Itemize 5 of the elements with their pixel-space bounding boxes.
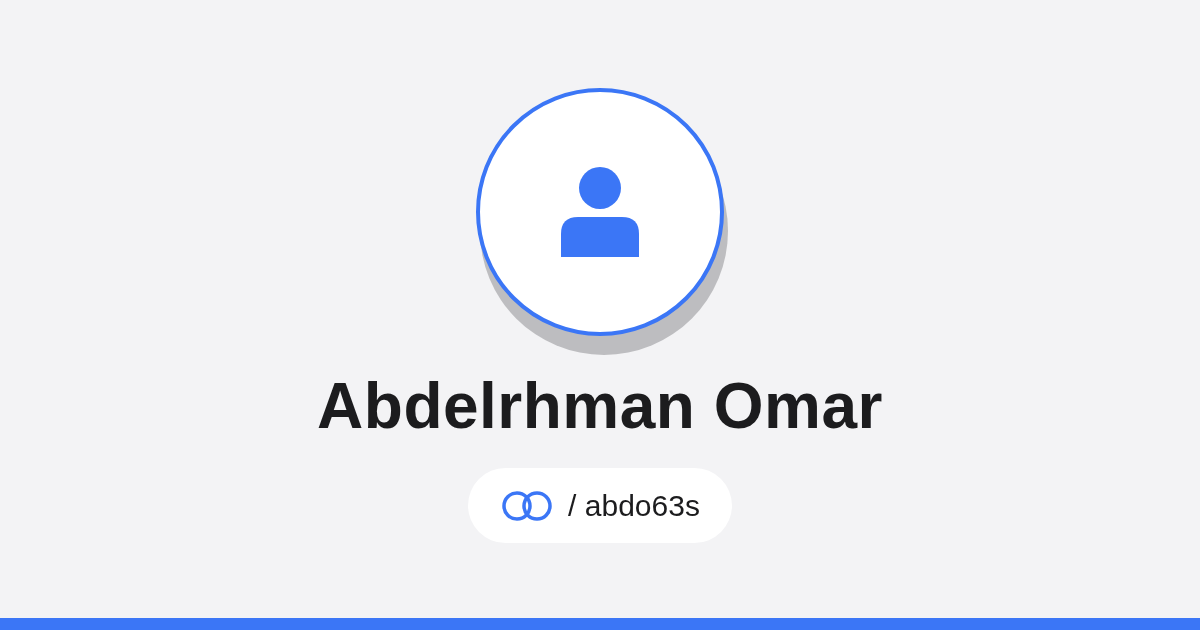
profile-name: Abdelrhman Omar	[317, 370, 883, 442]
linked-rings-icon	[500, 489, 555, 522]
handle-pill[interactable]: / abdo63s	[468, 468, 732, 543]
username: / abdo63s	[568, 488, 700, 524]
person-icon	[561, 167, 639, 257]
